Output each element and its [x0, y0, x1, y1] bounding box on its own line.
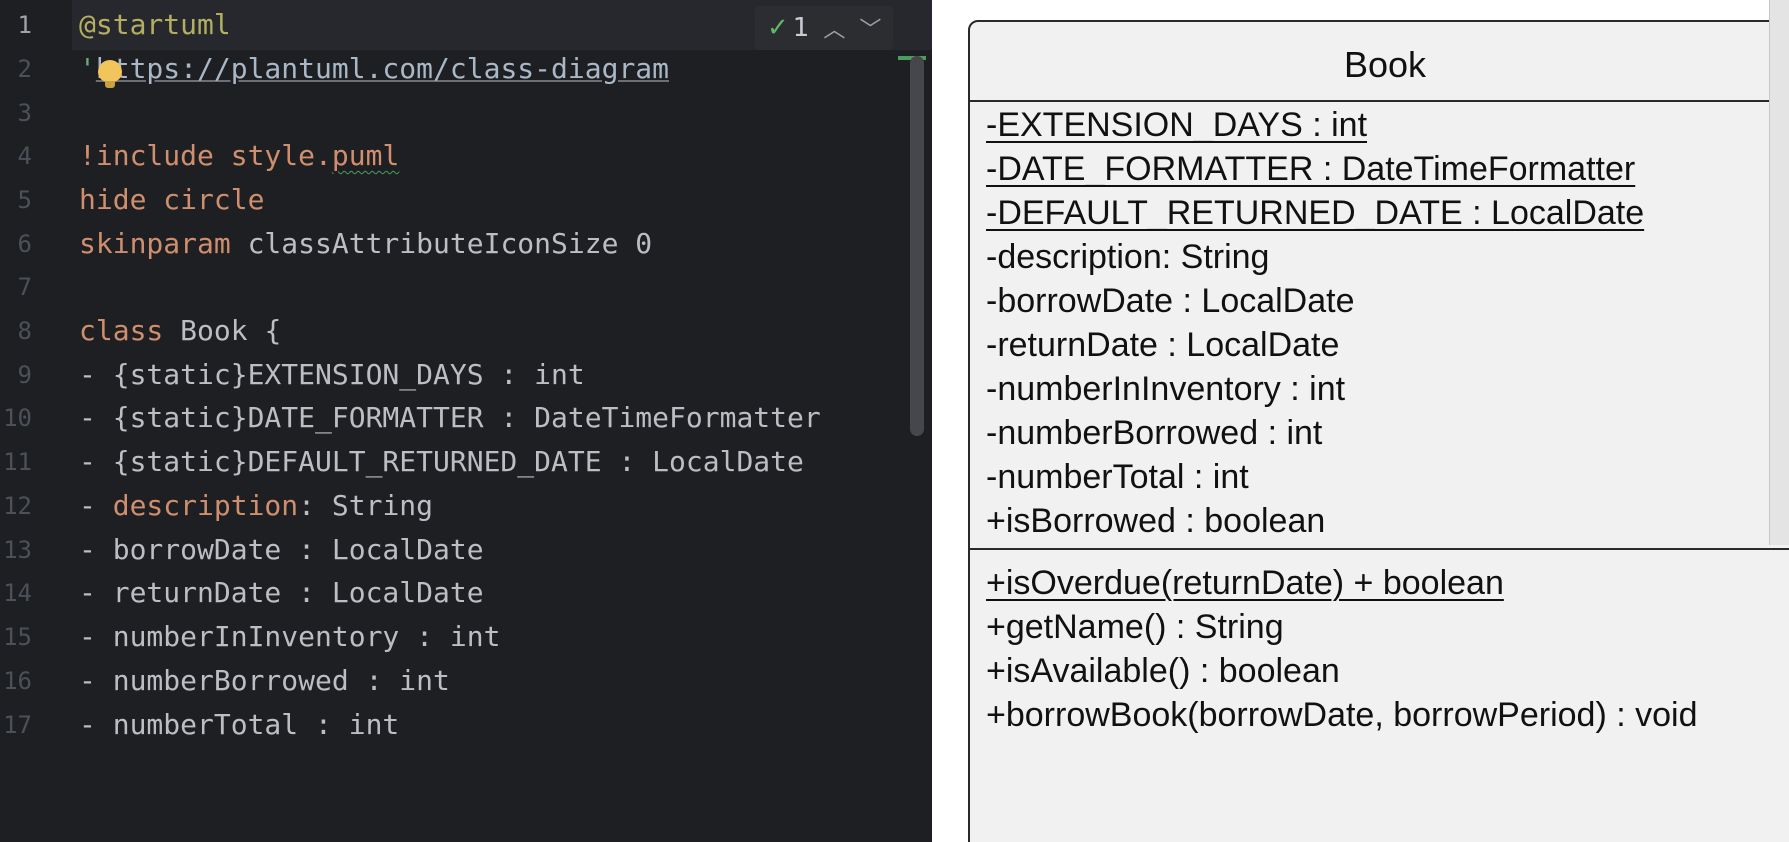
attribute-item: -numberTotal : int: [986, 458, 1249, 496]
attribute-item: -numberBorrowed : int: [986, 414, 1323, 452]
inspection-widget[interactable]: ✓ 1 ︿ ﹀: [755, 6, 894, 50]
attribute-item: -numberInInventory : int: [986, 370, 1346, 408]
line-number: 11: [3, 448, 32, 476]
code-line[interactable]: class Book {: [79, 306, 281, 356]
code-text: - numberTotal : int: [79, 708, 400, 741]
code-line[interactable]: @startuml: [79, 0, 231, 50]
description-field-token: description: [112, 489, 299, 522]
skinparam-name-token: classAttributeIconSize: [230, 227, 636, 260]
include-ext-token: puml: [331, 139, 400, 172]
code-text: - {static}DATE_FORMATTER : DateTimeForma…: [79, 401, 821, 434]
method-item: +getName() : String: [986, 608, 1284, 646]
hide-arg-token: circle: [146, 183, 265, 216]
pane-divider: [932, 0, 952, 842]
code-line[interactable]: - description: String: [79, 481, 433, 531]
class-keyword: class: [79, 314, 164, 347]
method-item: +isAvailable() : boolean: [986, 652, 1340, 690]
attribute-item: -EXTENSION_DAYS : int: [986, 106, 1368, 144]
comment-quote-token: ': [79, 52, 96, 85]
line-number: 17: [3, 711, 32, 739]
line-number: 5: [17, 186, 32, 214]
code-text: - {static}EXTENSION_DAYS : int: [79, 358, 585, 391]
attribute-item: -borrowDate : LocalDate: [986, 282, 1355, 320]
line-number-gutter: 1 2 3 4 5 6 7 8 9 10 11 12 13 14 15 16 1…: [0, 0, 72, 842]
diagram-preview[interactable]: Book -EXTENSION_DAYS : int -DATE_FORMATT…: [952, 0, 1789, 842]
line-number: 15: [3, 623, 32, 651]
class-name: Book: [1343, 44, 1427, 85]
method-item: +isOverdue(returnDate) + boolean: [986, 564, 1504, 602]
code-text: : String: [298, 489, 434, 522]
code-line[interactable]: - numberInInventory : int: [79, 612, 500, 662]
startuml-token: @startuml: [79, 8, 231, 41]
skinparam-value-token: 0: [635, 227, 653, 260]
vertical-scrollbar[interactable]: [910, 56, 924, 436]
lightbulb-icon[interactable]: [98, 60, 122, 90]
include-file-token: style.: [213, 139, 332, 172]
class-name-token: Book {: [163, 314, 282, 347]
code-line[interactable]: - returnDate : LocalDate: [79, 568, 484, 618]
attribute-item: +isBorrowed : boolean: [986, 502, 1326, 540]
code-line[interactable]: - numberBorrowed : int: [79, 656, 450, 706]
code-line[interactable]: skinparam classAttributeIconSize 0: [79, 219, 652, 269]
code-line[interactable]: - {static}DATE_FORMATTER : DateTimeForma…: [79, 393, 821, 443]
attribute-item: -DATE_FORMATTER : DateTimeFormatter: [986, 150, 1636, 188]
attribute-item: -description: String: [986, 238, 1270, 276]
line-number: 10: [3, 404, 32, 432]
hide-keyword: hide: [79, 183, 147, 216]
class-box: Book -EXTENSION_DAYS : int -DATE_FORMATT…: [968, 20, 1789, 842]
attribute-item: -DEFAULT_RETURNED_DATE : LocalDate: [986, 194, 1645, 232]
url-link[interactable]: https://plantuml.com/class-diagram: [96, 52, 669, 85]
line-number: 16: [3, 667, 32, 695]
code-line[interactable]: hide circle: [79, 175, 264, 225]
method-item: +borrowBook(borrowDate, borrowPeriod) : …: [986, 696, 1698, 734]
code-text: - {static}DEFAULT_RETURNED_DATE : LocalD…: [79, 445, 804, 478]
line-number: 2: [17, 55, 32, 83]
methods-separator: [970, 548, 1789, 550]
line-number: 12: [3, 492, 32, 520]
diagram-scrollbar[interactable]: [1769, 0, 1789, 545]
code-line[interactable]: - numberTotal : int: [79, 700, 399, 750]
code-line[interactable]: !include style.puml: [79, 131, 399, 181]
line-number: 4: [17, 142, 32, 170]
code-text: -: [79, 489, 113, 522]
lightbulb-glass: [98, 60, 122, 82]
code-text: - numberBorrowed : int: [79, 664, 450, 697]
line-number: 1: [17, 11, 32, 39]
chevron-down-icon[interactable]: ﹀: [859, 12, 881, 44]
include-keyword: !include: [79, 139, 214, 172]
inspection-count: 1: [792, 13, 810, 43]
chevron-up-icon[interactable]: ︿: [823, 12, 845, 44]
code-text: - borrowDate : LocalDate: [79, 533, 484, 566]
line-number: 14: [3, 579, 32, 607]
code-text: - numberInInventory : int: [79, 620, 501, 653]
line-number: 8: [17, 317, 32, 345]
code-editor[interactable]: 1 2 3 4 5 6 7 8 9 10 11 12 13 14 15 16 1…: [0, 0, 932, 842]
code-text: - returnDate : LocalDate: [79, 576, 484, 609]
attribute-item: -returnDate : LocalDate: [986, 326, 1340, 364]
code-line[interactable]: - {static}DEFAULT_RETURNED_DATE : LocalD…: [79, 437, 804, 487]
line-number: 7: [17, 273, 32, 301]
check-icon: ✓: [767, 13, 789, 43]
code-line[interactable]: 'https://plantuml.com/class-diagram: [79, 44, 669, 94]
lightbulb-base: [105, 81, 115, 88]
skinparam-keyword: skinparam: [79, 227, 231, 260]
